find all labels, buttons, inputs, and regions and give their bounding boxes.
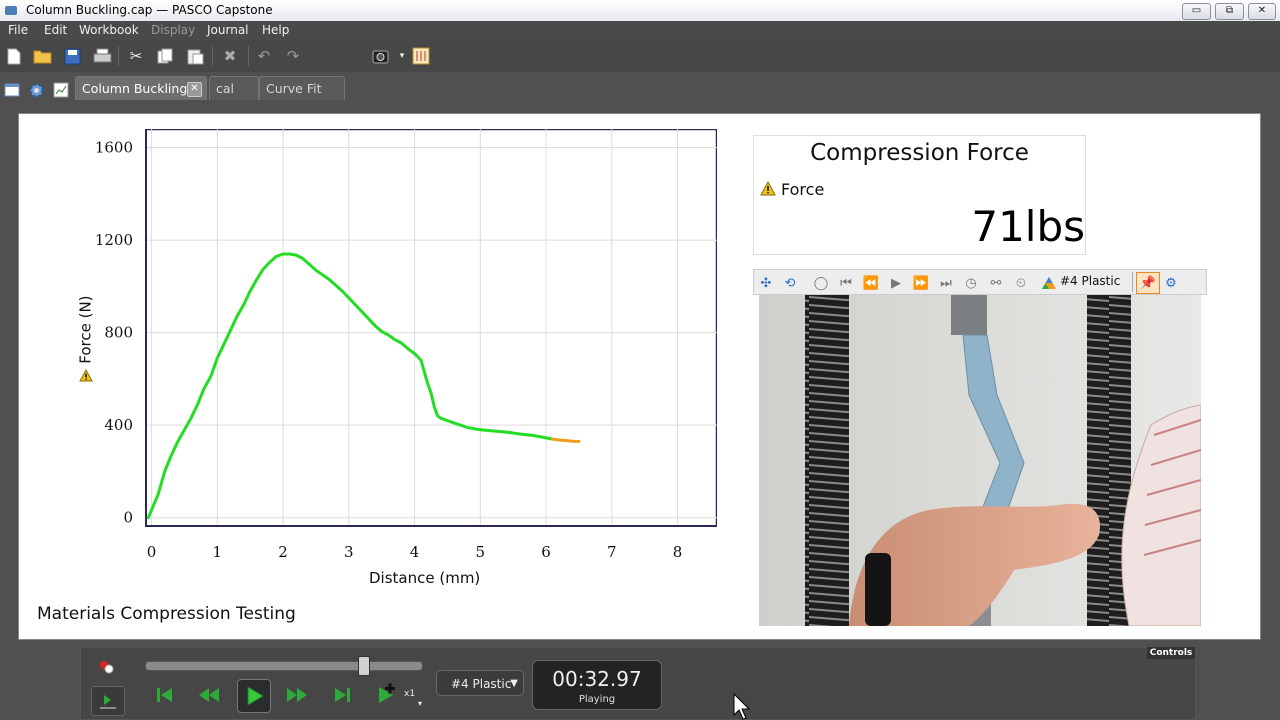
digits-title: Compression Force xyxy=(810,140,1029,166)
record-icon[interactable]: ◯ xyxy=(812,274,830,292)
rewind-icon[interactable]: ⏪ xyxy=(862,274,880,292)
window-titlebar: Column Buckling.cap — PASCO Capstone ▭ ⧉… xyxy=(0,0,1280,22)
fast-forward-icon xyxy=(287,688,307,702)
skip-to-start-button[interactable] xyxy=(152,682,178,708)
save-icon[interactable] xyxy=(62,46,82,66)
movie-run-label[interactable]: #4 Plastic xyxy=(1060,274,1120,288)
movie-toolbar: ✣ ⟲ ◯ ⏮ ⏪ ▶ ⏩ ⏭ ◷ ⚯ ⏲ #4 Plastic 📌 ⚙ xyxy=(753,269,1207,295)
play-button[interactable] xyxy=(237,679,271,713)
speed-dropdown-icon[interactable]: ▾ xyxy=(418,699,422,708)
timer-icon[interactable]: ⏲ xyxy=(1012,274,1030,292)
run-select[interactable]: #4 Plastic ▼ xyxy=(436,670,524,696)
skip-start-icon[interactable]: ⏮ xyxy=(837,274,855,292)
time-display: 00:32.97 Playing xyxy=(532,660,662,710)
sync-video-icon[interactable]: ⟲ xyxy=(781,274,799,292)
close-button[interactable]: ✕ xyxy=(1248,3,1276,20)
warning-icon xyxy=(760,181,776,196)
link-icon[interactable]: ⚯ xyxy=(987,274,1005,292)
page-thumbnail-icon[interactable] xyxy=(52,81,70,99)
menu-edit[interactable]: Edit xyxy=(44,23,67,37)
tab-label: Curve Fit xyxy=(266,81,322,96)
run-select-icon[interactable] xyxy=(1040,274,1058,292)
window-title: Column Buckling.cap — PASCO Capstone xyxy=(26,3,273,17)
page-caption: Materials Compression Testing xyxy=(37,604,296,624)
y-axis-title[interactable]: Force (N) xyxy=(77,295,95,382)
skip-to-end-button[interactable] xyxy=(329,682,355,708)
fast-forward-icon[interactable]: ⏩ xyxy=(912,274,930,292)
skip-start-icon xyxy=(157,688,172,702)
video-display[interactable] xyxy=(759,295,1201,626)
controls-label[interactable]: Controls xyxy=(1147,647,1195,659)
open-folder-icon[interactable] xyxy=(33,46,53,66)
snapshot-icon[interactable] xyxy=(411,46,431,66)
fast-forward-button[interactable] xyxy=(284,682,310,708)
menu-journal[interactable]: Journal xyxy=(207,23,249,37)
paste-icon[interactable] xyxy=(185,46,205,66)
maximize-button[interactable]: ⧉ xyxy=(1215,3,1244,20)
settings-gear-icon[interactable]: ⚙ xyxy=(1162,274,1180,292)
tab-close-icon[interactable]: ✕ xyxy=(187,82,202,97)
minimize-button[interactable]: ▭ xyxy=(1182,3,1211,20)
playback-speed: x1 xyxy=(404,689,416,699)
digits-measurement-label[interactable]: Force xyxy=(781,180,824,199)
playback-mode-icon xyxy=(100,695,116,709)
menu-display[interactable]: Display xyxy=(151,23,195,37)
camera-dropdown-icon[interactable]: ▾ xyxy=(392,46,412,66)
skip-end-icon xyxy=(335,688,350,702)
rewind-button[interactable] xyxy=(196,682,222,708)
gear-icon[interactable] xyxy=(27,81,45,99)
warning-icon xyxy=(79,368,93,382)
camera-icon[interactable] xyxy=(372,46,392,66)
tab-cal[interactable]: cal xyxy=(209,76,259,100)
playback-time: 00:32.97 xyxy=(552,667,642,691)
play-icon[interactable]: ▶ xyxy=(887,274,905,292)
delete-icon[interactable]: ✖ xyxy=(220,46,240,66)
undo-icon[interactable]: ↶ xyxy=(254,46,274,66)
app-icon xyxy=(5,6,17,15)
playback-mode-button[interactable] xyxy=(91,686,125,716)
clock-icon[interactable]: ◷ xyxy=(962,274,980,292)
pin-icon[interactable]: 📌 xyxy=(1136,272,1160,294)
digits-value: 71lbs xyxy=(971,202,1085,251)
cut-icon[interactable]: ✂ xyxy=(126,46,146,66)
force-distance-graph[interactable] xyxy=(145,129,717,527)
new-file-icon[interactable] xyxy=(4,46,24,66)
tab-column-buckling[interactable]: Column Buckling ✕ xyxy=(75,76,207,100)
playback-slider-track[interactable] xyxy=(145,661,423,671)
playback-speed-button[interactable] xyxy=(374,682,400,708)
x-axis-title[interactable]: Distance (mm) xyxy=(369,569,480,587)
playback-slider-thumb[interactable] xyxy=(358,656,371,676)
main-toolbar: ✂ ✖ ↶ ↷ ▾ xyxy=(0,40,1280,73)
tab-curve-fit[interactable]: Curve Fit xyxy=(259,76,345,100)
print-icon[interactable] xyxy=(92,46,112,66)
y-axis-title-text: Force (N) xyxy=(76,295,95,364)
menu-file[interactable]: File xyxy=(8,23,28,37)
menu-bar: File Edit Workbook Display Journal Help xyxy=(0,21,1280,40)
record-sample-icon[interactable] xyxy=(98,659,116,675)
play-icon xyxy=(247,686,264,706)
mouse-cursor-icon xyxy=(733,693,751,720)
add-speed-icon xyxy=(379,683,395,703)
copy-icon[interactable] xyxy=(155,46,175,66)
select-data-icon[interactable]: ✣ xyxy=(757,274,775,292)
playback-state: Playing xyxy=(578,694,616,705)
tab-label: cal xyxy=(216,81,235,96)
menu-workbook[interactable]: Workbook xyxy=(79,23,139,37)
chevron-down-icon: ▼ xyxy=(510,678,518,689)
skip-end-icon[interactable]: ⏭ xyxy=(937,274,955,292)
run-select-value: #4 Plastic xyxy=(451,677,512,691)
menu-help[interactable]: Help xyxy=(262,23,289,37)
rewind-icon xyxy=(199,688,219,702)
tab-label: Column Buckling xyxy=(82,81,188,96)
redo-icon[interactable]: ↷ xyxy=(283,46,303,66)
digits-display[interactable]: Compression Force Force 71lbs xyxy=(753,135,1086,255)
page-layout-icon[interactable] xyxy=(3,81,21,99)
